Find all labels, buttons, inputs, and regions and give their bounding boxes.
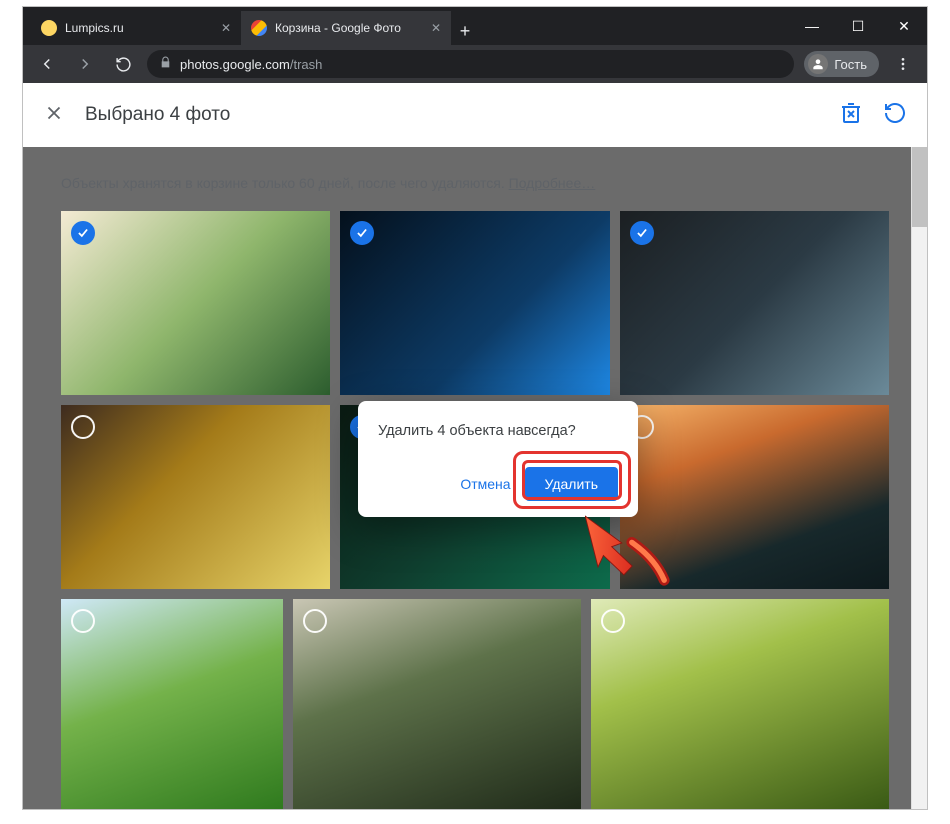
delete-forever-button[interactable] bbox=[839, 101, 863, 130]
photo-thumb[interactable] bbox=[620, 211, 889, 395]
nav-reload-button[interactable] bbox=[109, 50, 137, 78]
cancel-button[interactable]: Отмена bbox=[450, 468, 520, 500]
window-controls: — ☐ ✕ bbox=[789, 7, 927, 45]
photo-thumb[interactable] bbox=[61, 405, 330, 589]
checkmark-icon[interactable] bbox=[71, 221, 95, 245]
dialog-message: Удалить 4 объекта навсегда? bbox=[378, 423, 618, 439]
browser-menu-button[interactable] bbox=[889, 50, 917, 78]
omnibox[interactable]: photos.google.com/trash bbox=[147, 50, 794, 78]
photo-thumb[interactable] bbox=[61, 599, 283, 809]
checkmark-icon[interactable] bbox=[350, 221, 374, 245]
deselect-button[interactable] bbox=[43, 102, 65, 129]
restore-button[interactable] bbox=[883, 101, 907, 130]
select-circle-icon[interactable] bbox=[601, 609, 625, 633]
nav-forward-button[interactable] bbox=[71, 50, 99, 78]
guest-avatar-icon bbox=[808, 54, 828, 74]
selection-count-text: Выбрано 4 фото bbox=[85, 104, 230, 126]
tab-title: Корзина - Google Фото bbox=[275, 21, 423, 35]
delete-button[interactable]: Удалить bbox=[525, 467, 618, 501]
window-minimize-button[interactable]: — bbox=[789, 7, 835, 45]
photo-thumb[interactable] bbox=[293, 599, 581, 809]
dialog-actions: Отмена Удалить bbox=[378, 467, 618, 501]
select-circle-icon[interactable] bbox=[71, 415, 95, 439]
photo-thumb[interactable] bbox=[620, 405, 889, 589]
vertical-scrollbar[interactable] bbox=[911, 147, 927, 809]
url-path: /trash bbox=[290, 57, 323, 72]
select-circle-icon[interactable] bbox=[71, 609, 95, 633]
tab-title: Lumpics.ru bbox=[65, 21, 213, 35]
profile-label: Гость bbox=[834, 57, 867, 72]
profile-chip[interactable]: Гость bbox=[804, 51, 879, 77]
photo-thumb[interactable] bbox=[591, 599, 889, 809]
tab-close-icon[interactable]: ✕ bbox=[221, 21, 231, 35]
tab-close-icon[interactable]: ✕ bbox=[431, 21, 441, 35]
tab-google-photos-trash[interactable]: Корзина - Google Фото ✕ bbox=[241, 11, 451, 45]
url-host: photos.google.com bbox=[180, 57, 290, 72]
window-maximize-button[interactable]: ☐ bbox=[835, 7, 881, 45]
address-bar: photos.google.com/trash Гость bbox=[23, 45, 927, 83]
photo-thumb[interactable] bbox=[340, 211, 609, 395]
learn-more-link[interactable]: Подробнее… bbox=[509, 175, 596, 191]
confirm-delete-dialog: Удалить 4 объекта навсегда? Отмена Удали… bbox=[358, 401, 638, 517]
scrollbar-thumb[interactable] bbox=[912, 147, 927, 227]
tab-lumpics[interactable]: Lumpics.ru ✕ bbox=[31, 11, 241, 45]
new-tab-button[interactable]: + bbox=[451, 17, 479, 45]
select-circle-icon[interactable] bbox=[303, 609, 327, 633]
window-close-button[interactable]: ✕ bbox=[881, 7, 927, 45]
url-text: photos.google.com/trash bbox=[180, 57, 322, 72]
photo-thumb[interactable] bbox=[61, 211, 330, 395]
nav-back-button[interactable] bbox=[33, 50, 61, 78]
favicon-google-photos-icon bbox=[251, 20, 267, 36]
checkmark-icon[interactable] bbox=[630, 221, 654, 245]
trash-info-text: Объекты хранятся в корзине только 60 дне… bbox=[61, 175, 889, 191]
favicon-dot-icon bbox=[41, 20, 57, 36]
browser-titlebar: Lumpics.ru ✕ Корзина - Google Фото ✕ + —… bbox=[23, 7, 927, 45]
tab-strip: Lumpics.ru ✕ Корзина - Google Фото ✕ + bbox=[23, 7, 479, 45]
lock-icon bbox=[159, 56, 172, 72]
selection-toolbar: Выбрано 4 фото bbox=[23, 83, 927, 147]
